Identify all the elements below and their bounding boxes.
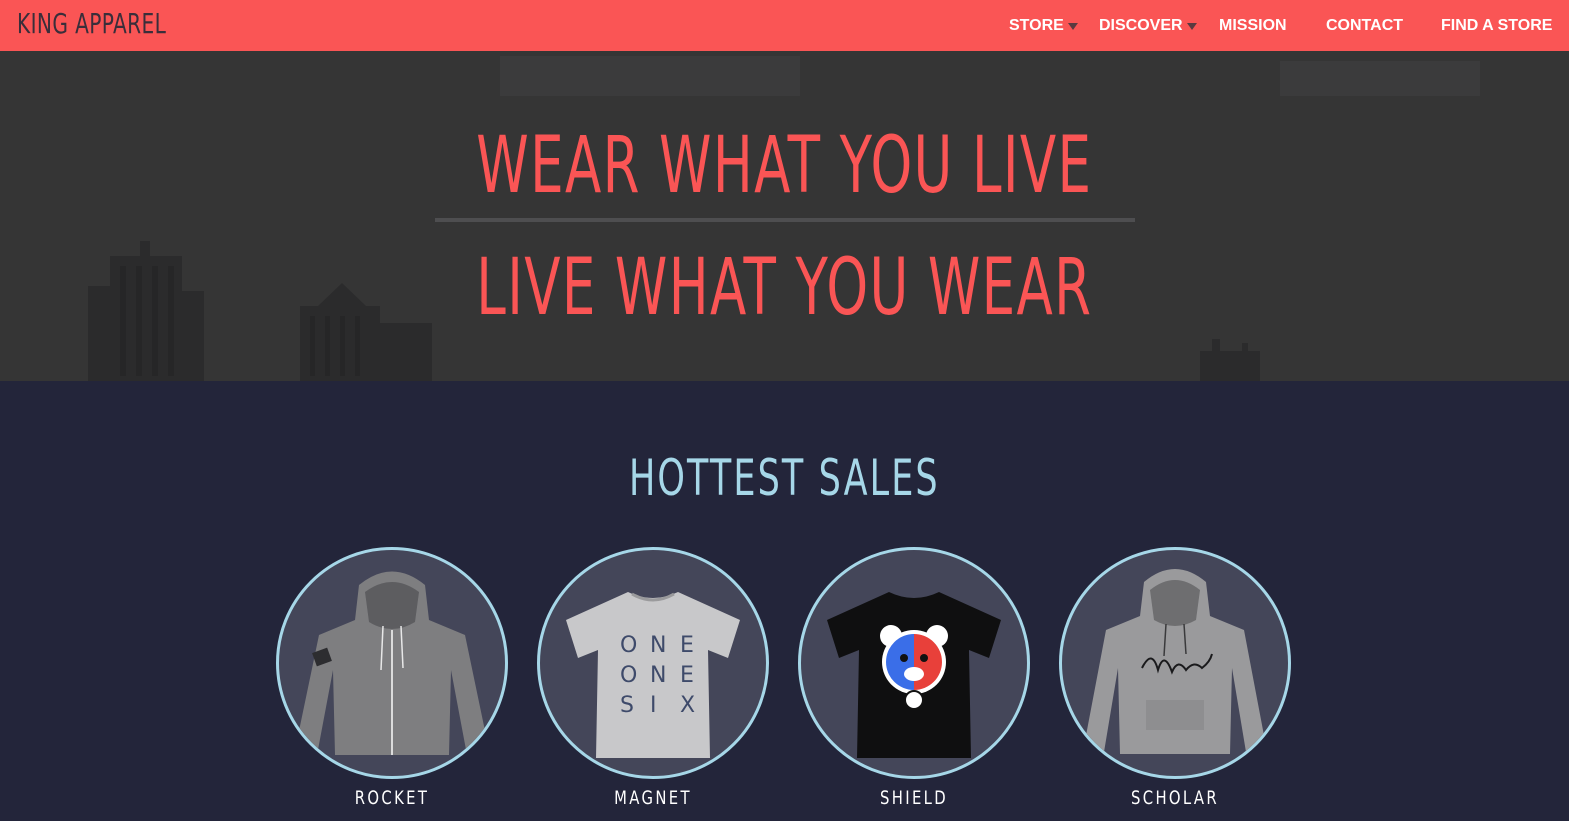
nav-mission[interactable]: MISSION bbox=[1219, 0, 1287, 51]
top-navbar: KING APPAREL STORE DISCOVER MISSION CONT… bbox=[0, 0, 1569, 51]
svg-text:O: O bbox=[620, 633, 637, 658]
product-card-magnet[interactable]: ONE ONE SIX MAGNET bbox=[537, 547, 769, 809]
product-image-circle[interactable] bbox=[1059, 547, 1291, 779]
svg-text:X: X bbox=[680, 693, 695, 718]
svg-text:I: I bbox=[650, 693, 657, 718]
product-card-scholar[interactable]: SCHOLAR bbox=[1059, 547, 1291, 809]
product-name: SCHOLAR bbox=[1131, 787, 1219, 809]
product-name: ROCKET bbox=[354, 787, 430, 809]
black-bear-tshirt-image bbox=[827, 592, 1001, 758]
svg-text:S: S bbox=[620, 693, 634, 718]
chevron-down-icon bbox=[1067, 23, 1078, 31]
hero-headline-2: LIVE WHAT YOU WEAR bbox=[476, 243, 1093, 333]
section-title: HOTTEST SALES bbox=[628, 449, 940, 507]
hottest-sales-section: HOTTEST SALES ROCKET ONE ONE SIX MAGNET … bbox=[0, 381, 1569, 821]
product-image-circle[interactable] bbox=[276, 547, 508, 779]
product-image-circle[interactable] bbox=[798, 547, 1030, 779]
svg-text:E: E bbox=[680, 663, 694, 688]
nav-store-label: STORE bbox=[1009, 17, 1064, 34]
hero-banner: WEAR WHAT YOU LIVE LIVE WHAT YOU WEAR bbox=[0, 51, 1569, 381]
chevron-down-icon bbox=[1186, 23, 1197, 31]
nav-contact[interactable]: CONTACT bbox=[1326, 0, 1403, 51]
nav-discover[interactable]: DISCOVER bbox=[1099, 0, 1197, 51]
product-image-circle[interactable]: ONE ONE SIX bbox=[537, 547, 769, 779]
product-card-shield[interactable]: SHIELD bbox=[798, 547, 1030, 809]
nav-find-a-store[interactable]: FIND A STORE bbox=[1441, 0, 1552, 51]
product-name: SHIELD bbox=[879, 787, 948, 809]
svg-text:O: O bbox=[620, 663, 637, 688]
grey-graphic-tshirt-image: ONE ONE SIX bbox=[566, 592, 740, 758]
grey-zip-hoodie-image bbox=[295, 571, 489, 755]
nav-store[interactable]: STORE bbox=[1009, 0, 1078, 51]
svg-text:N: N bbox=[650, 633, 666, 658]
svg-text:E: E bbox=[680, 633, 694, 658]
hero-headline-1: WEAR WHAT YOU LIVE bbox=[476, 121, 1093, 211]
product-name: MAGNET bbox=[614, 787, 692, 809]
svg-text:N: N bbox=[650, 663, 666, 688]
hero-divider bbox=[435, 218, 1135, 222]
brand-logo[interactable]: KING APPAREL bbox=[17, 7, 166, 40]
product-card-rocket[interactable]: ROCKET bbox=[276, 547, 508, 809]
nav-discover-label: DISCOVER bbox=[1099, 17, 1183, 34]
grey-script-hoodie-image bbox=[1084, 569, 1266, 754]
